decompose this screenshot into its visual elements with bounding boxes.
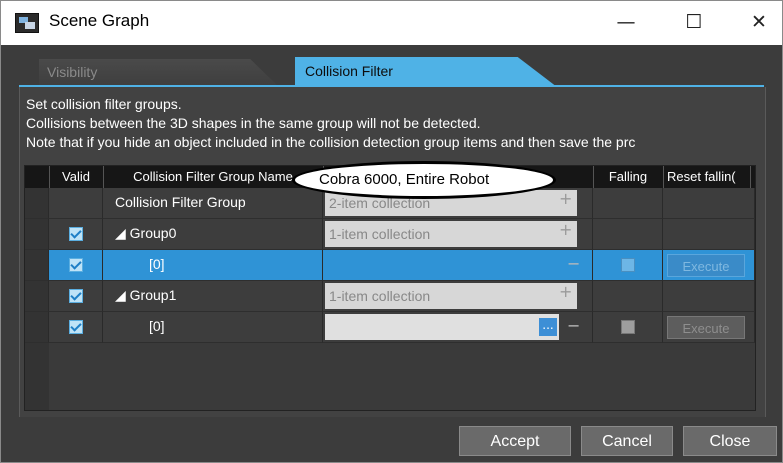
- remove-icon[interactable]: −: [567, 254, 580, 273]
- app-icon: [15, 13, 39, 33]
- table-row[interactable]: ◢ Group1 1-item collection +: [25, 281, 755, 312]
- tab-visibility-label: Visibility: [47, 64, 98, 80]
- valid-checkbox[interactable]: [69, 320, 83, 334]
- tab-strip: Visibility Collision Filter: [1, 45, 782, 87]
- close-button[interactable]: Close: [683, 426, 777, 456]
- header-reset-falling: Reset fallin(: [663, 166, 751, 188]
- cancel-button[interactable]: Cancel: [581, 426, 673, 456]
- header-falling: Falling: [593, 166, 664, 188]
- browse-button[interactable]: ...: [539, 318, 557, 336]
- maximize-button[interactable]: ☐: [679, 9, 709, 35]
- group-name: ◢ Group1: [115, 287, 177, 303]
- plus-icon[interactable]: +: [559, 282, 572, 301]
- group-items-field[interactable]: 1-item collection: [325, 283, 577, 309]
- plus-icon[interactable]: +: [559, 220, 572, 239]
- valid-checkbox[interactable]: [69, 227, 83, 241]
- scene-graph-window: Scene Graph — ☐ ✕ Visibility Collision F…: [0, 0, 783, 463]
- remove-icon[interactable]: −: [567, 316, 580, 335]
- group-name: Collision Filter Group: [115, 194, 246, 210]
- tab-collision-filter[interactable]: Collision Filter: [295, 57, 557, 87]
- falling-checkbox[interactable]: [621, 258, 635, 272]
- group-items-field[interactable]: [325, 314, 559, 340]
- close-window-button[interactable]: ✕: [744, 9, 774, 35]
- header-valid: Valid: [49, 166, 104, 188]
- header-group-name: Collision Filter Group Name: [103, 166, 324, 188]
- collision-filter-panel: Set collision filter groups. Collisions …: [19, 87, 766, 417]
- window-title: Scene Graph: [49, 11, 150, 30]
- callout-text: Cobra 6000, Entire Robot: [319, 171, 490, 188]
- valid-checkbox[interactable]: [69, 258, 83, 272]
- plus-icon[interactable]: +: [559, 189, 572, 208]
- description-line-2: Collisions between the 3D shapes in the …: [26, 115, 481, 131]
- description-line-3: Note that if you hide an object included…: [26, 134, 636, 150]
- title-bar: Scene Graph — ☐ ✕: [1, 1, 782, 45]
- group-items-field[interactable]: 1-item collection: [325, 221, 577, 247]
- falling-checkbox[interactable]: [621, 320, 635, 334]
- header-spacer: [25, 166, 50, 188]
- item-index: [0]: [149, 318, 165, 334]
- tab-collision-filter-label: Collision Filter: [305, 63, 393, 79]
- valid-checkbox[interactable]: [69, 289, 83, 303]
- item-index: [0]: [149, 256, 165, 272]
- callout-oval: Cobra 6000, Entire Robot: [292, 161, 556, 199]
- group-name: ◢ Group0: [115, 225, 177, 241]
- collision-filter-grid: Valid Collision Filter Group Name Collis…: [24, 165, 756, 411]
- description-line-1: Set collision filter groups.: [26, 96, 182, 112]
- table-row-selected[interactable]: [0] − Execute: [25, 250, 755, 281]
- execute-button[interactable]: Execute: [667, 254, 745, 277]
- description: Set collision filter groups. Collisions …: [26, 95, 761, 152]
- table-row[interactable]: ◢ Group0 1-item collection +: [25, 219, 755, 250]
- tab-visibility[interactable]: Visibility: [39, 59, 279, 87]
- row-gutter: [25, 343, 49, 410]
- table-row[interactable]: [0] ... − Execute: [25, 312, 755, 343]
- minimize-button[interactable]: —: [611, 9, 641, 35]
- accept-button[interactable]: Accept: [459, 426, 571, 456]
- execute-button[interactable]: Execute: [667, 316, 745, 339]
